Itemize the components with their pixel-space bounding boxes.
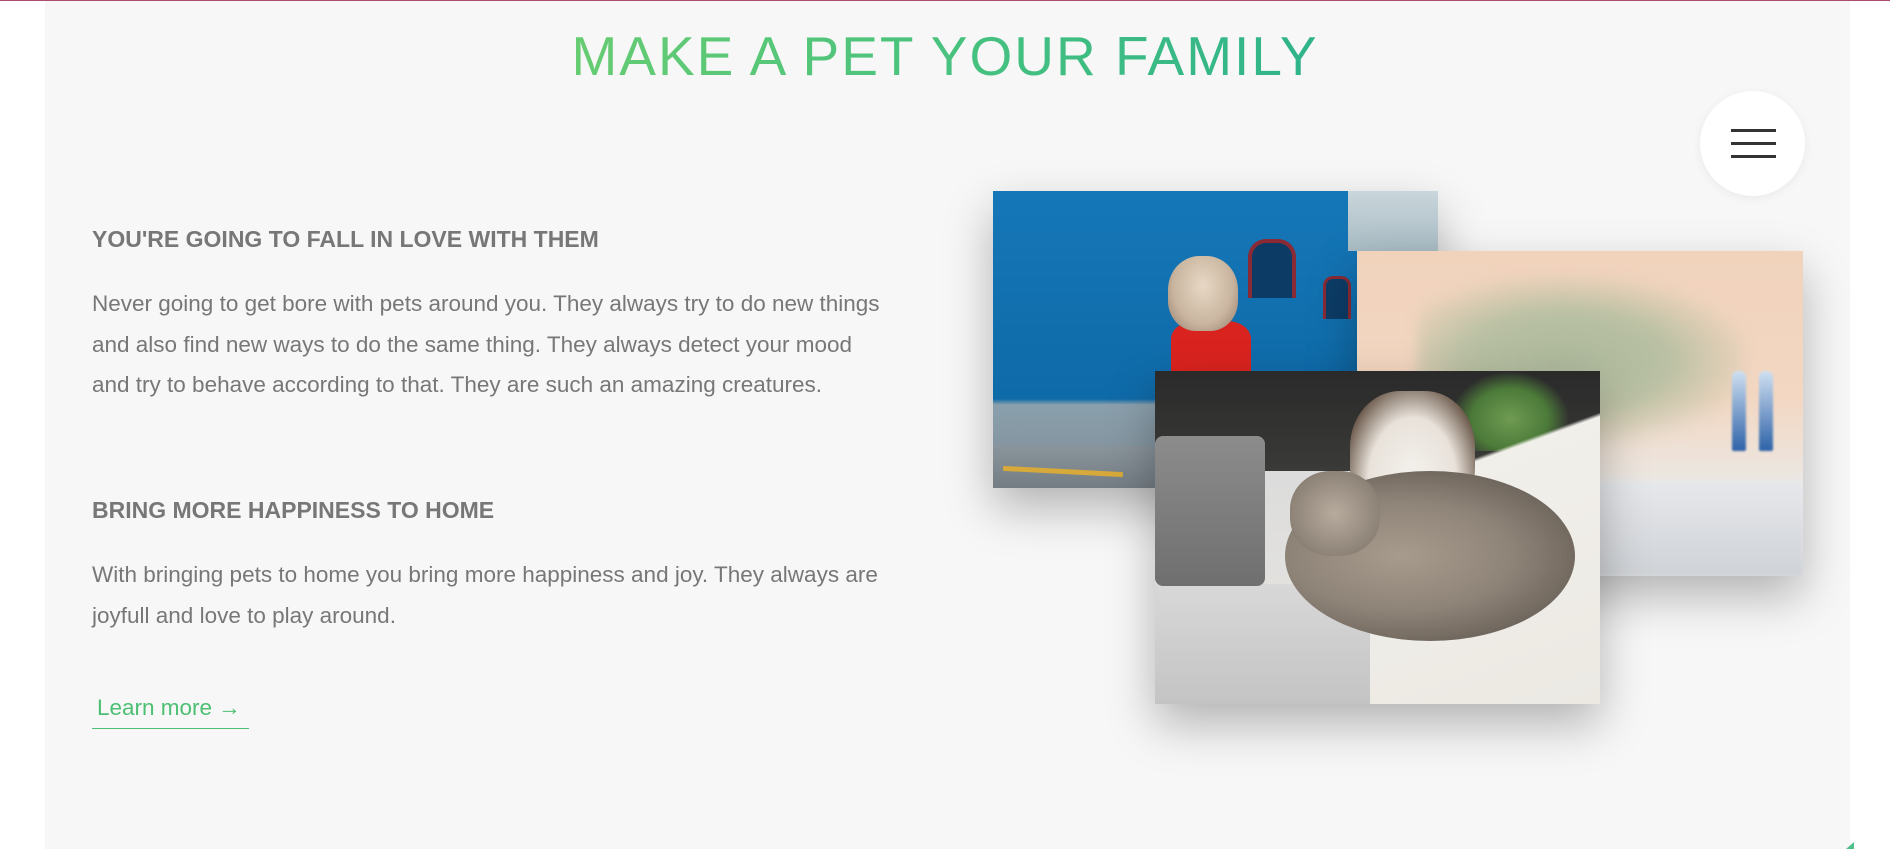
section-body-love: Never going to get bore with pets around…	[92, 291, 880, 397]
section-heading-happiness: BRING MORE HAPPINESS TO HOME	[92, 497, 495, 523]
section-heading-love: YOU'RE GOING TO FALL IN LOVE WITH THEM	[92, 226, 599, 252]
page-title: MAKE A PET YOUR FAMILY	[571, 25, 1319, 87]
menu-button[interactable]	[1700, 91, 1805, 196]
corner-accent	[1846, 842, 1854, 849]
husky-and-cat-photo	[1155, 371, 1600, 704]
learn-more-link[interactable]: Learn more →	[92, 688, 249, 729]
section-body-happiness: With bringing pets to home you bring mor…	[92, 562, 878, 628]
